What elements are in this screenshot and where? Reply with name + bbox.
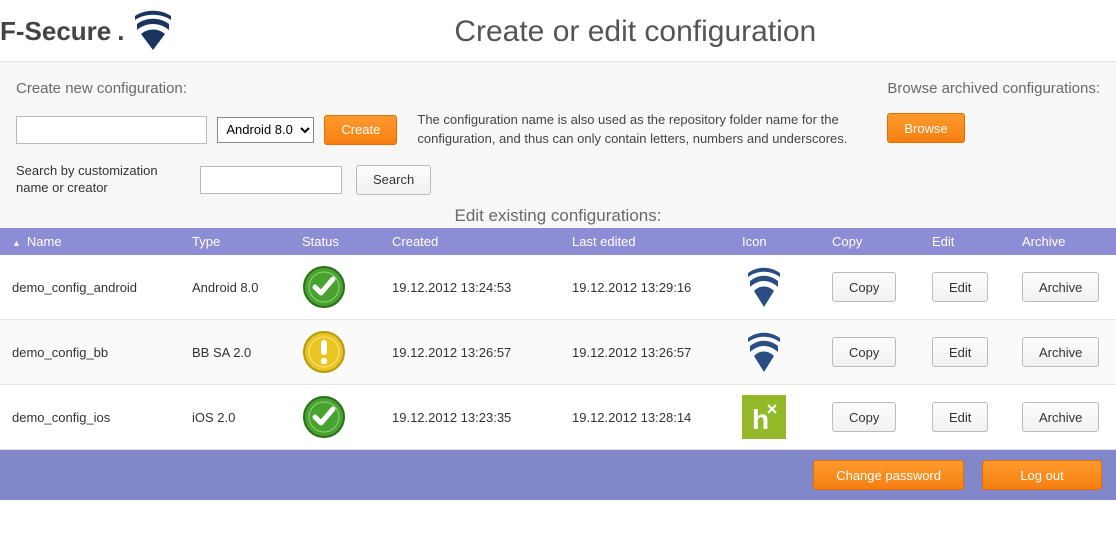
cell-type: iOS 2.0 xyxy=(180,385,290,450)
archive-button[interactable]: Archive xyxy=(1022,337,1099,367)
copy-button[interactable]: Copy xyxy=(832,272,896,302)
cell-type: Android 8.0 xyxy=(180,255,290,320)
search-input[interactable] xyxy=(200,166,342,194)
create-configuration-section: Create new configuration: Android 8.0 Cr… xyxy=(16,80,887,149)
edit-button[interactable]: Edit xyxy=(932,337,988,367)
status-warning-icon xyxy=(290,320,380,385)
archive-button[interactable]: Archive xyxy=(1022,402,1099,432)
fsecure-shield-icon xyxy=(131,10,175,53)
page-title: Create or edit configuration xyxy=(175,15,1097,49)
column-header-last-edited[interactable]: Last edited xyxy=(560,228,730,255)
cell-created: 19.12.2012 13:24:53 xyxy=(380,255,560,320)
app-icon xyxy=(730,320,820,385)
column-header-edit[interactable]: Edit xyxy=(920,228,1010,255)
app-icon xyxy=(730,255,820,320)
brand-dot: . xyxy=(117,16,124,47)
status-ok-icon xyxy=(290,385,380,450)
archived-section-label: Browse archived configurations: xyxy=(887,80,1100,97)
create-hint-text: The configuration name is also used as t… xyxy=(417,111,887,149)
create-section-label: Create new configuration: xyxy=(16,80,887,97)
table-title: Edit existing configurations: xyxy=(16,202,1100,228)
cell-name: demo_config_bb xyxy=(0,320,180,385)
table-row: demo_config_bbBB SA 2.0 19.12.2012 13:26:… xyxy=(0,320,1116,385)
archived-configurations-section: Browse archived configurations: Browse xyxy=(887,80,1100,149)
archive-button[interactable]: Archive xyxy=(1022,272,1099,302)
cell-created: 19.12.2012 13:23:35 xyxy=(380,385,560,450)
column-header-copy[interactable]: Copy xyxy=(820,228,920,255)
platform-select[interactable]: Android 8.0 xyxy=(217,117,314,143)
browse-archived-button[interactable]: Browse xyxy=(887,113,964,143)
search-button[interactable]: Search xyxy=(356,165,431,195)
change-password-button[interactable]: Change password xyxy=(813,460,964,490)
app-icon: h xyxy=(730,385,820,450)
cell-type: BB SA 2.0 xyxy=(180,320,290,385)
search-label: Search by customization name or creator xyxy=(16,163,186,197)
brand-logo: F-Secure. xyxy=(0,10,175,53)
cell-last-edited: 19.12.2012 13:29:16 xyxy=(560,255,730,320)
footer-bar: Change password Log out xyxy=(0,450,1116,500)
column-header-status[interactable]: Status xyxy=(290,228,380,255)
log-out-button[interactable]: Log out xyxy=(982,460,1102,490)
cell-last-edited: 19.12.2012 13:28:14 xyxy=(560,385,730,450)
cell-created: 19.12.2012 13:26:57 xyxy=(380,320,560,385)
column-header-icon[interactable]: Icon xyxy=(730,228,820,255)
table-row: demo_config_androidAndroid 8.0 19.12.2012… xyxy=(0,255,1116,320)
column-header-created[interactable]: Created xyxy=(380,228,560,255)
status-ok-icon xyxy=(290,255,380,320)
cell-name: demo_config_android xyxy=(0,255,180,320)
copy-button[interactable]: Copy xyxy=(832,402,896,432)
column-header-archive[interactable]: Archive xyxy=(1010,228,1116,255)
cell-last-edited: 19.12.2012 13:26:57 xyxy=(560,320,730,385)
cell-name: demo_config_ios xyxy=(0,385,180,450)
column-header-name[interactable]: Name xyxy=(0,228,180,255)
create-button[interactable]: Create xyxy=(324,115,397,145)
edit-button[interactable]: Edit xyxy=(932,272,988,302)
configurations-table: Name Type Status Created Last edited Ico… xyxy=(0,228,1116,450)
copy-button[interactable]: Copy xyxy=(832,337,896,367)
edit-button[interactable]: Edit xyxy=(932,402,988,432)
table-row: demo_config_iosiOS 2.0 19.12.2012 13:23:3… xyxy=(0,385,1116,450)
new-configuration-name-input[interactable] xyxy=(16,116,207,144)
column-header-type[interactable]: Type xyxy=(180,228,290,255)
svg-text:h: h xyxy=(752,404,769,435)
brand-name: F-Secure xyxy=(0,16,111,47)
search-section: Search by customization name or creator … xyxy=(16,163,1100,197)
